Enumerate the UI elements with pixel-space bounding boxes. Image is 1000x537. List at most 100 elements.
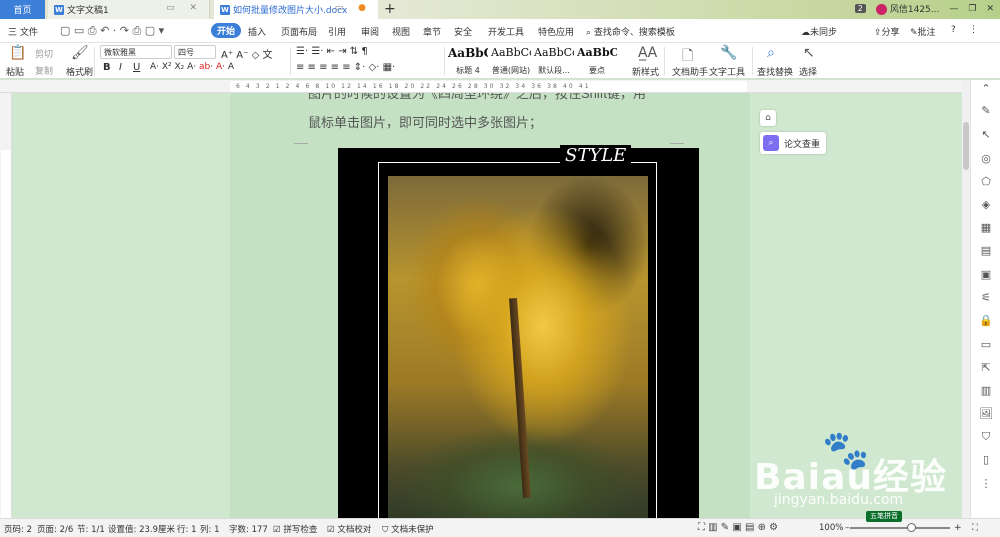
- status-section[interactable]: 节: 1/1: [77, 523, 105, 535]
- list-indent-icons[interactable]: ☰· ☰· ⇤ ⇥ ⇅ ¶: [296, 46, 368, 57]
- user-account[interactable]: 风信1425...: [875, 2, 939, 15]
- document-icon[interactable]: ▭: [979, 338, 993, 351]
- shield-icon[interactable]: ⛉: [979, 430, 993, 444]
- vertical-ruler[interactable]: [0, 93, 12, 518]
- sliders-icon[interactable]: ⚟: [979, 291, 993, 304]
- tab-developer[interactable]: 开发工具: [488, 25, 524, 38]
- italic-button[interactable]: I: [119, 62, 122, 73]
- tab-home[interactable]: 首页: [0, 0, 45, 19]
- picture-icon[interactable]: 🖼: [979, 407, 993, 420]
- proofread-button[interactable]: ☑ 文档校对: [327, 523, 371, 535]
- fill-icon[interactable]: ◈: [979, 198, 993, 211]
- vertical-scrollbar[interactable]: [962, 80, 970, 518]
- view-mode-icons[interactable]: ⛶ ▥ ✎ ▣ ▤ ⊕ ⚙: [698, 522, 778, 533]
- bold-button[interactable]: B: [103, 62, 111, 73]
- zoom-level[interactable]: 100%: [819, 523, 843, 533]
- zoom-out-icon[interactable]: –: [845, 523, 850, 533]
- status-setting[interactable]: 设置值: 23.9厘米: [108, 523, 175, 535]
- select-cursor-icon[interactable]: ↖: [803, 45, 815, 61]
- tab-page-layout[interactable]: 页面布局: [281, 25, 317, 38]
- tab-insert[interactable]: 插入: [248, 25, 266, 38]
- tab-controls-icon[interactable]: ▭ ✕: [166, 3, 203, 13]
- new-style-icon[interactable]: A̲A: [638, 45, 657, 61]
- file-menu[interactable]: 三 文件: [8, 25, 38, 38]
- scroll-thumb[interactable]: [963, 122, 969, 170]
- zoom-in-icon[interactable]: +: [954, 523, 962, 533]
- paragraph-line-cut[interactable]: 图片的时候的设置为《四周型环绕》之后，按住Shift键，用: [308, 93, 646, 102]
- protection-status[interactable]: ⛉ 文档未保护: [382, 523, 434, 535]
- document-assistant-button[interactable]: 文档助手: [672, 65, 708, 78]
- find-replace-icon[interactable]: ⌕: [767, 45, 775, 61]
- tab-document-1[interactable]: W 文字文稿1 ▭ ✕: [48, 0, 210, 19]
- format-painter-icon[interactable]: 🖌: [71, 45, 89, 61]
- format-painter-button[interactable]: 格式刷: [66, 65, 93, 78]
- zoom-slider[interactable]: [850, 527, 950, 529]
- minimize-icon[interactable]: —: [949, 4, 958, 14]
- spell-check-button[interactable]: ☑ 拼写检查: [273, 523, 317, 535]
- find-replace-button[interactable]: 查找替换: [757, 65, 793, 78]
- text-tools-icon[interactable]: 🔧: [720, 45, 737, 61]
- shapes-icon[interactable]: ⬠: [979, 175, 993, 188]
- table-icon[interactable]: ▦: [979, 221, 993, 234]
- share-button[interactable]: ⇪分享: [874, 25, 900, 38]
- quick-access-icons[interactable]: ▢ ▭ ⎙ ↶ · ↷ ⎙ ▢ ▾: [60, 24, 164, 38]
- more-vertical-icon[interactable]: ⋮: [979, 477, 993, 490]
- copy-button[interactable]: 复制: [35, 64, 53, 77]
- tab-references[interactable]: 引用: [328, 25, 346, 38]
- select-button[interactable]: 选择: [799, 65, 817, 78]
- location-icon[interactable]: ◎: [979, 152, 993, 165]
- collapse-icon[interactable]: ⌃: [979, 82, 993, 95]
- sync-button[interactable]: ☁未同步: [801, 25, 837, 38]
- new-style-button[interactable]: 新样式: [632, 65, 659, 78]
- pen-icon[interactable]: ✎: [979, 104, 993, 117]
- tab-modified-icon[interactable]: ▭ ●: [335, 3, 372, 13]
- text-tools-button[interactable]: 文字工具: [709, 65, 745, 78]
- lock-icon[interactable]: 🔒: [979, 314, 993, 327]
- tab-review[interactable]: 审阅: [361, 25, 379, 38]
- document-page[interactable]: 图片的时候的设置为《四周型环绕》之后，按住Shift键，用 鼠标单击图片，即可同…: [230, 93, 750, 518]
- page-icon[interactable]: ▯: [979, 453, 993, 466]
- status-word-count[interactable]: 字数: 177: [229, 523, 268, 535]
- font-grow-shrink-icons[interactable]: A⁺ A⁻ ◇ 文: [221, 46, 272, 61]
- tab-view[interactable]: 视图: [392, 25, 410, 38]
- ime-indicator[interactable]: 五笔拼音: [866, 511, 902, 522]
- grid-icon[interactable]: ▤: [979, 244, 993, 257]
- paragraph-line[interactable]: 鼠标单击图片，即可同时选中多张图片；: [308, 112, 542, 131]
- comment-button[interactable]: ✎批注: [910, 25, 936, 38]
- fit-page-icon[interactable]: ⛶: [972, 523, 978, 533]
- status-page-number[interactable]: 页码: 2: [4, 523, 32, 535]
- tab-security[interactable]: 安全: [454, 25, 472, 38]
- cut-button[interactable]: 剪切: [35, 47, 53, 60]
- close-icon[interactable]: ✕: [986, 4, 994, 14]
- style-key-point[interactable]: AaBbCcDd 要点: [577, 46, 617, 76]
- collapse-up-icon[interactable]: ⌂: [760, 110, 776, 126]
- status-column[interactable]: 列: 1: [200, 523, 219, 535]
- align-icons[interactable]: ≡ ≡ ≡ ≡ ≡ ⇕· ◇· ▦·: [296, 62, 395, 73]
- help-icon[interactable]: ?: [951, 25, 956, 35]
- tab-home-ribbon[interactable]: 开始: [211, 23, 242, 38]
- paste-icon[interactable]: 📋: [9, 45, 26, 61]
- more-icon[interactable]: ⋮: [969, 25, 978, 35]
- layout-icon[interactable]: ▥: [979, 384, 993, 397]
- window-count-badge[interactable]: 2: [854, 4, 866, 13]
- style-default-paragraph[interactable]: AaBbCcDd 默认段...: [534, 46, 574, 76]
- font-family-select[interactable]: 微软雅黑: [100, 45, 172, 59]
- status-row[interactable]: 行: 1: [177, 523, 196, 535]
- underline-button[interactable]: U: [133, 62, 140, 73]
- font-size-select[interactable]: 四号: [174, 45, 216, 59]
- zoom-slider-handle[interactable]: [907, 523, 916, 532]
- status-pages[interactable]: 页面: 2/6: [37, 523, 73, 535]
- paste-button[interactable]: 粘贴: [6, 65, 24, 78]
- tab-chapter[interactable]: 章节: [423, 25, 441, 38]
- restore-icon[interactable]: ❐: [968, 4, 976, 14]
- image-icon[interactable]: ▣: [979, 268, 993, 281]
- text-effect-icons[interactable]: A· X² X₂ A· ab· A· A: [150, 62, 234, 72]
- command-search[interactable]: ⌕ 查找命令、搜索模板: [586, 25, 675, 38]
- tab-document-2[interactable]: W 如何批量修改图片大小.docx ▭ ●: [214, 0, 378, 19]
- horizontal-ruler[interactable]: 6 4 3 2 1 2 4 6 8 10 12 14 16 18 20 22 2…: [0, 80, 1000, 93]
- style-normal-web[interactable]: AaBbCcDd 普通(网站): [491, 46, 531, 76]
- new-tab-button[interactable]: +: [384, 1, 396, 17]
- inserted-image[interactable]: STYLE: [338, 145, 699, 518]
- export-icon[interactable]: ⇱: [979, 361, 993, 374]
- plagiarism-check-button[interactable]: ⌕ 论文查重: [760, 132, 826, 154]
